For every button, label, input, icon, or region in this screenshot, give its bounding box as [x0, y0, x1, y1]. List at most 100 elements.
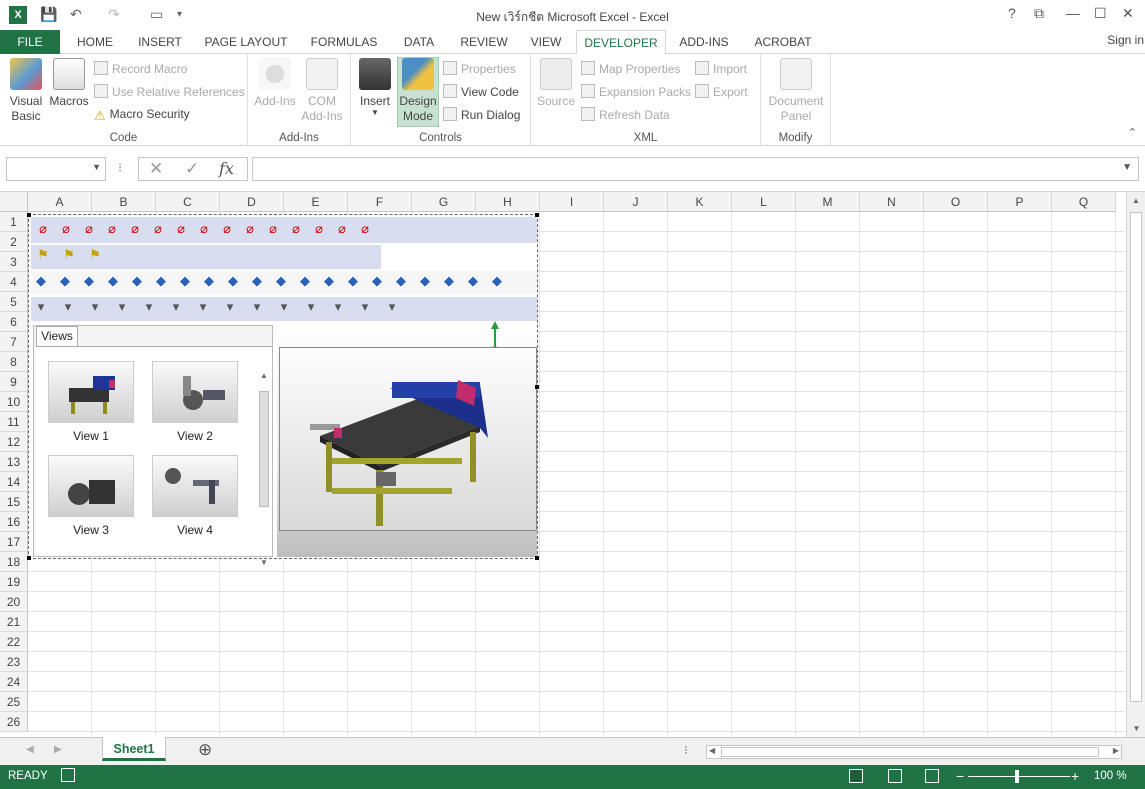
control-toolbar-tool-icon[interactable]: ⌀	[150, 221, 166, 237]
name-box[interactable]: ▼	[6, 157, 106, 181]
column-header[interactable]: H	[476, 192, 540, 212]
zoom-level[interactable]: 100 %	[1094, 770, 1127, 782]
page-layout-view-icon[interactable]	[888, 769, 902, 783]
row-header[interactable]: 7	[0, 332, 28, 352]
resize-handle[interactable]	[535, 213, 539, 217]
control-toolbar-tool-icon[interactable]: ▾	[168, 299, 184, 315]
control-toolbar-tool-icon[interactable]: ▾	[195, 299, 211, 315]
tab-home[interactable]: HOME	[64, 30, 126, 54]
control-toolbar-tool-icon[interactable]: ▾	[384, 299, 400, 315]
control-toolbar-tool-icon[interactable]: ◆	[465, 273, 481, 289]
tab-split-handle[interactable]: ⁝	[684, 743, 688, 757]
view-code-button[interactable]: View Code	[443, 84, 519, 99]
column-header[interactable]: D	[220, 192, 284, 212]
row-header[interactable]: 25	[0, 692, 28, 712]
view-2-thumbnail[interactable]	[152, 361, 238, 423]
control-toolbar-tool-icon[interactable]: ▾	[357, 299, 373, 315]
export-button[interactable]: Export	[695, 84, 748, 99]
maximize-button[interactable]: ☐	[1094, 5, 1107, 22]
enter-icon[interactable]: ✓	[185, 159, 199, 179]
scroll-up-icon[interactable]: ▲	[258, 371, 270, 380]
row-header[interactable]: 23	[0, 652, 28, 672]
tab-acrobat[interactable]: ACROBAT	[744, 30, 822, 54]
resize-handle[interactable]	[535, 385, 539, 389]
control-toolbar-tool-icon[interactable]: ◆	[201, 273, 217, 289]
macro-security-button[interactable]: ⚠ Macro Security	[94, 107, 190, 123]
tab-review[interactable]: REVIEW	[452, 30, 516, 54]
help-icon[interactable]: ?	[1008, 5, 1016, 21]
scroll-down-icon[interactable]: ▼	[258, 558, 270, 567]
resize-handle[interactable]	[27, 213, 31, 217]
control-toolbar-tool-icon[interactable]: ⌀	[311, 221, 327, 237]
control-toolbar-tool-icon[interactable]: ◆	[369, 273, 385, 289]
column-header[interactable]: J	[604, 192, 668, 212]
import-button[interactable]: Import	[695, 61, 747, 76]
column-header[interactable]: I	[540, 192, 604, 212]
control-toolbar-tool-icon[interactable]: ⌀	[127, 221, 143, 237]
scroll-thumb[interactable]	[1130, 212, 1142, 702]
control-toolbar-tool-icon[interactable]: ⌀	[334, 221, 350, 237]
control-toolbar-tool-icon[interactable]: ◆	[129, 273, 145, 289]
zoom-slider[interactable]	[968, 776, 1070, 777]
tab-view[interactable]: VIEW	[522, 30, 570, 54]
sheet-tab-sheet1[interactable]: Sheet1	[102, 737, 166, 761]
select-all-corner[interactable]	[0, 192, 28, 212]
scroll-up-icon[interactable]: ▲	[1127, 196, 1145, 205]
row-header[interactable]: 12	[0, 432, 28, 452]
control-toolbar-tool-icon[interactable]: ◆	[321, 273, 337, 289]
model-view[interactable]	[279, 347, 537, 531]
insert-control-button[interactable]: Insert ▼	[355, 58, 395, 128]
column-header[interactable]: O	[924, 192, 988, 212]
add-ins-button[interactable]: Add-Ins	[252, 58, 298, 128]
control-toolbar-tool-icon[interactable]: ◆	[441, 273, 457, 289]
column-header[interactable]: B	[92, 192, 156, 212]
horizontal-scrollbar[interactable]: ◀ ▶	[706, 745, 1122, 759]
expand-formula-icon[interactable]: ▼	[1122, 162, 1132, 173]
control-toolbar-tool-icon[interactable]: ▾	[114, 299, 130, 315]
com-add-ins-button[interactable]: COM Add-Ins	[298, 58, 346, 128]
refresh-data-button[interactable]: Refresh Data	[581, 107, 670, 122]
macro-record-icon[interactable]	[61, 768, 75, 782]
expansion-packs-button[interactable]: Expansion Packs	[581, 84, 691, 99]
row-header[interactable]: 1	[0, 212, 28, 232]
control-toolbar-tool-icon[interactable]: ◆	[105, 273, 121, 289]
views-scrollbar[interactable]: ▲ ▼	[258, 371, 270, 567]
row-header[interactable]: 17	[0, 532, 28, 552]
control-toolbar-tool-icon[interactable]: ⌀	[219, 221, 235, 237]
tab-formulas[interactable]: FORMULAS	[302, 30, 386, 54]
row-header[interactable]: 18	[0, 552, 28, 572]
view-1-thumbnail[interactable]	[48, 361, 134, 423]
embedded-3d-viewer-control[interactable]: ⌀ ⌀ ⌀ ⌀ ⌀ ⌀ ⌀ ⌀ ⌀ ⌀ ⌀ ⌀ ⌀ ⌀ ⌀ ⚑ ⚑ ⚑ ◆ ◆ ◆ ◆ ◆ ◆ ◆ ◆ ◆ ◆ ◆ ◆ ◆ ◆ ◆ ◆ ◆ ◆ ◆ ◆ ▾ ▾…	[27, 213, 539, 567]
zoom-in-button[interactable]: +	[1071, 768, 1079, 784]
control-toolbar-tool-icon[interactable]: ▾	[60, 299, 76, 315]
tab-page-layout[interactable]: PAGE LAYOUT	[195, 30, 297, 54]
prev-sheet-icon[interactable]: ◀	[26, 744, 34, 755]
row-header[interactable]: 24	[0, 672, 28, 692]
column-header[interactable]: A	[28, 192, 92, 212]
3d-viewport[interactable]	[277, 321, 537, 557]
control-toolbar-tool-icon[interactable]: ◆	[33, 273, 49, 289]
chevron-down-icon[interactable]: ▼	[92, 162, 101, 172]
column-header[interactable]: L	[732, 192, 796, 212]
tab-file[interactable]: FILE	[0, 30, 60, 54]
record-macro-button[interactable]: Record Macro	[94, 61, 187, 76]
ribbon-display-icon[interactable]: ⧉	[1034, 5, 1044, 22]
control-toolbar-tool-icon[interactable]: ⌀	[173, 221, 189, 237]
row-header[interactable]: 11	[0, 412, 28, 432]
control-toolbar-tool-icon[interactable]: ◆	[225, 273, 241, 289]
views-tab[interactable]: Views	[36, 326, 78, 346]
column-header[interactable]: F	[348, 192, 412, 212]
control-toolbar-tool-icon[interactable]: ⌀	[58, 221, 74, 237]
control-toolbar-tool-icon[interactable]: ⌀	[265, 221, 281, 237]
column-header[interactable]: E	[284, 192, 348, 212]
control-toolbar-tool-icon[interactable]: ▾	[330, 299, 346, 315]
control-toolbar-tool-icon[interactable]: ⌀	[196, 221, 212, 237]
row-header[interactable]: 22	[0, 632, 28, 652]
formula-input[interactable]: ▼	[252, 157, 1139, 181]
close-button[interactable]: ✕	[1122, 5, 1134, 22]
macros-button[interactable]: Macros	[48, 58, 90, 128]
scroll-right-icon[interactable]: ▶	[1113, 746, 1119, 755]
control-toolbar-tool-icon[interactable]: ▾	[249, 299, 265, 315]
column-header[interactable]: Q	[1052, 192, 1116, 212]
column-header[interactable]: M	[796, 192, 860, 212]
